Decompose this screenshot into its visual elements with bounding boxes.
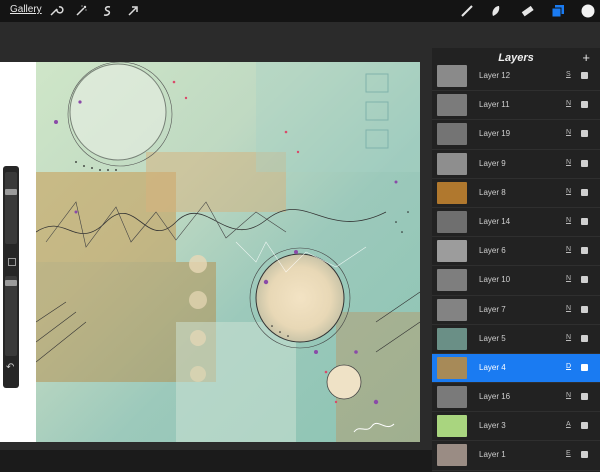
layer-blend-mode[interactable]: N (566, 188, 571, 195)
layer-visibility-checkbox[interactable] (581, 305, 588, 313)
layer-visibility-checkbox[interactable] (581, 451, 588, 459)
layer-name[interactable]: Layer 12 (479, 71, 510, 80)
undo-arrow-icon[interactable]: ↶ (6, 362, 14, 373)
layer-blend-mode[interactable]: D (566, 363, 571, 370)
layer-name[interactable]: Layer 8 (479, 188, 506, 197)
layer-name[interactable]: Layer 9 (479, 159, 506, 168)
layer-name[interactable]: Layer 11 (479, 100, 510, 109)
layer-row[interactable]: Layer 6 N (432, 237, 600, 267)
layer-row[interactable]: Layer 3 A (432, 412, 600, 442)
layer-visibility-checkbox[interactable] (581, 422, 588, 430)
top-toolbar: Gallery (0, 0, 600, 22)
layer-blend-mode[interactable]: N (566, 392, 571, 399)
layer-thumbnail[interactable] (437, 298, 467, 321)
canvas-area[interactable]: ↶ Layers + Layer 12 S Layer 11 N Layer 19 N La… (0, 22, 600, 472)
layer-thumbnail[interactable] (437, 240, 467, 263)
layer-row[interactable]: Layer 14 N (432, 208, 600, 238)
layer-name[interactable]: Layer 1 (479, 450, 506, 459)
layers-panel: Layers + Layer 12 S Layer 11 N Layer 19 N Laye… (432, 48, 600, 472)
layer-thumbnail[interactable] (437, 210, 467, 233)
layer-thumbnail[interactable] (437, 386, 467, 409)
layer-name[interactable]: Layer 5 (479, 334, 506, 343)
magic-wand-icon[interactable] (72, 2, 90, 20)
layer-visibility-checkbox[interactable] (581, 217, 588, 225)
layer-visibility-checkbox[interactable] (581, 363, 588, 371)
layer-row[interactable]: Layer 16 N (432, 383, 600, 413)
layer-blend-mode[interactable]: N (566, 100, 571, 107)
layer-thumbnail[interactable] (437, 152, 467, 175)
layer-blend-mode[interactable]: N (566, 305, 571, 312)
layer-blend-mode[interactable]: N (566, 217, 571, 224)
layer-blend-mode[interactable]: N (566, 159, 571, 166)
layer-visibility-checkbox[interactable] (581, 130, 588, 138)
layer-row[interactable]: Layer 1 E (432, 441, 600, 471)
layer-blend-mode[interactable]: N (566, 334, 571, 341)
brush-icon[interactable] (458, 2, 476, 20)
layer-row[interactable]: Layer 5 N (432, 325, 600, 354)
brush-size-thumb[interactable] (5, 188, 17, 195)
layer-row[interactable]: Layer 19 N (432, 120, 600, 150)
opacity-slider[interactable] (5, 276, 17, 356)
layer-visibility-checkbox[interactable] (581, 72, 588, 79)
left-sidebar: ↶ (3, 166, 19, 388)
layer-thumbnail[interactable] (437, 269, 467, 292)
layer-visibility-checkbox[interactable] (581, 393, 588, 401)
layer-name[interactable]: Layer 10 (479, 275, 510, 284)
layer-name[interactable]: Layer 6 (479, 246, 506, 255)
layer-row[interactable]: Layer 8 N (432, 179, 600, 208)
layer-blend-mode[interactable]: N (566, 129, 571, 136)
layer-row[interactable]: Layer 10 N (432, 266, 600, 296)
layer-thumbnail[interactable] (437, 356, 467, 379)
layer-row[interactable]: Layer 4 D (432, 353, 600, 384)
layer-name[interactable]: Layer 19 (479, 129, 510, 138)
layers-icon[interactable] (549, 2, 567, 20)
layer-visibility-checkbox[interactable] (581, 276, 588, 284)
layer-row[interactable]: Layer 12 S (432, 62, 600, 92)
layer-visibility-checkbox[interactable] (581, 101, 588, 109)
layer-visibility-checkbox[interactable] (581, 247, 588, 255)
layer-visibility-checkbox[interactable] (581, 159, 588, 167)
layer-thumbnail[interactable] (437, 123, 467, 146)
color-swatch-icon[interactable] (579, 2, 597, 20)
layer-blend-mode[interactable]: N (566, 246, 571, 253)
eyedropper-square-icon[interactable] (8, 258, 16, 266)
opacity-thumb[interactable] (5, 279, 17, 286)
selection-icon[interactable] (98, 2, 116, 20)
layer-name[interactable]: Layer 16 (479, 392, 510, 401)
layer-thumbnail[interactable] (437, 444, 467, 467)
layer-name[interactable]: Layer 7 (479, 305, 506, 314)
wrench-icon[interactable] (46, 2, 64, 20)
layer-blend-mode[interactable]: N (566, 275, 571, 282)
eraser-icon[interactable] (518, 2, 536, 20)
layer-thumbnail[interactable] (437, 181, 467, 204)
layer-list: Layer 12 S Layer 11 N Layer 19 N Layer 9 N Layer… (432, 62, 600, 471)
layer-row[interactable]: Layer 7 N (432, 296, 600, 325)
artwork-canvas[interactable] (36, 62, 420, 442)
layer-visibility-checkbox[interactable] (581, 188, 588, 196)
layer-name[interactable]: Layer 3 (479, 421, 506, 430)
layer-name[interactable]: Layer 4 (479, 363, 506, 372)
layer-thumbnail[interactable] (437, 94, 467, 117)
layer-name[interactable]: Layer 14 (479, 217, 510, 226)
brush-size-slider[interactable] (5, 172, 17, 244)
layer-visibility-checkbox[interactable] (581, 334, 588, 342)
layer-thumbnail[interactable] (437, 327, 467, 350)
layer-thumbnail[interactable] (437, 415, 467, 438)
layer-blend-mode[interactable]: A (566, 421, 571, 428)
layer-thumbnail[interactable] (437, 65, 467, 87)
layer-blend-mode[interactable]: S (566, 71, 571, 78)
smudge-icon[interactable] (487, 2, 505, 20)
transform-arrow-icon[interactable] (124, 2, 142, 20)
layer-row[interactable]: Layer 9 N (432, 150, 600, 179)
gallery-button[interactable]: Gallery (10, 4, 42, 15)
layer-row[interactable]: Layer 11 N (432, 91, 600, 121)
layer-blend-mode[interactable]: E (566, 450, 571, 457)
